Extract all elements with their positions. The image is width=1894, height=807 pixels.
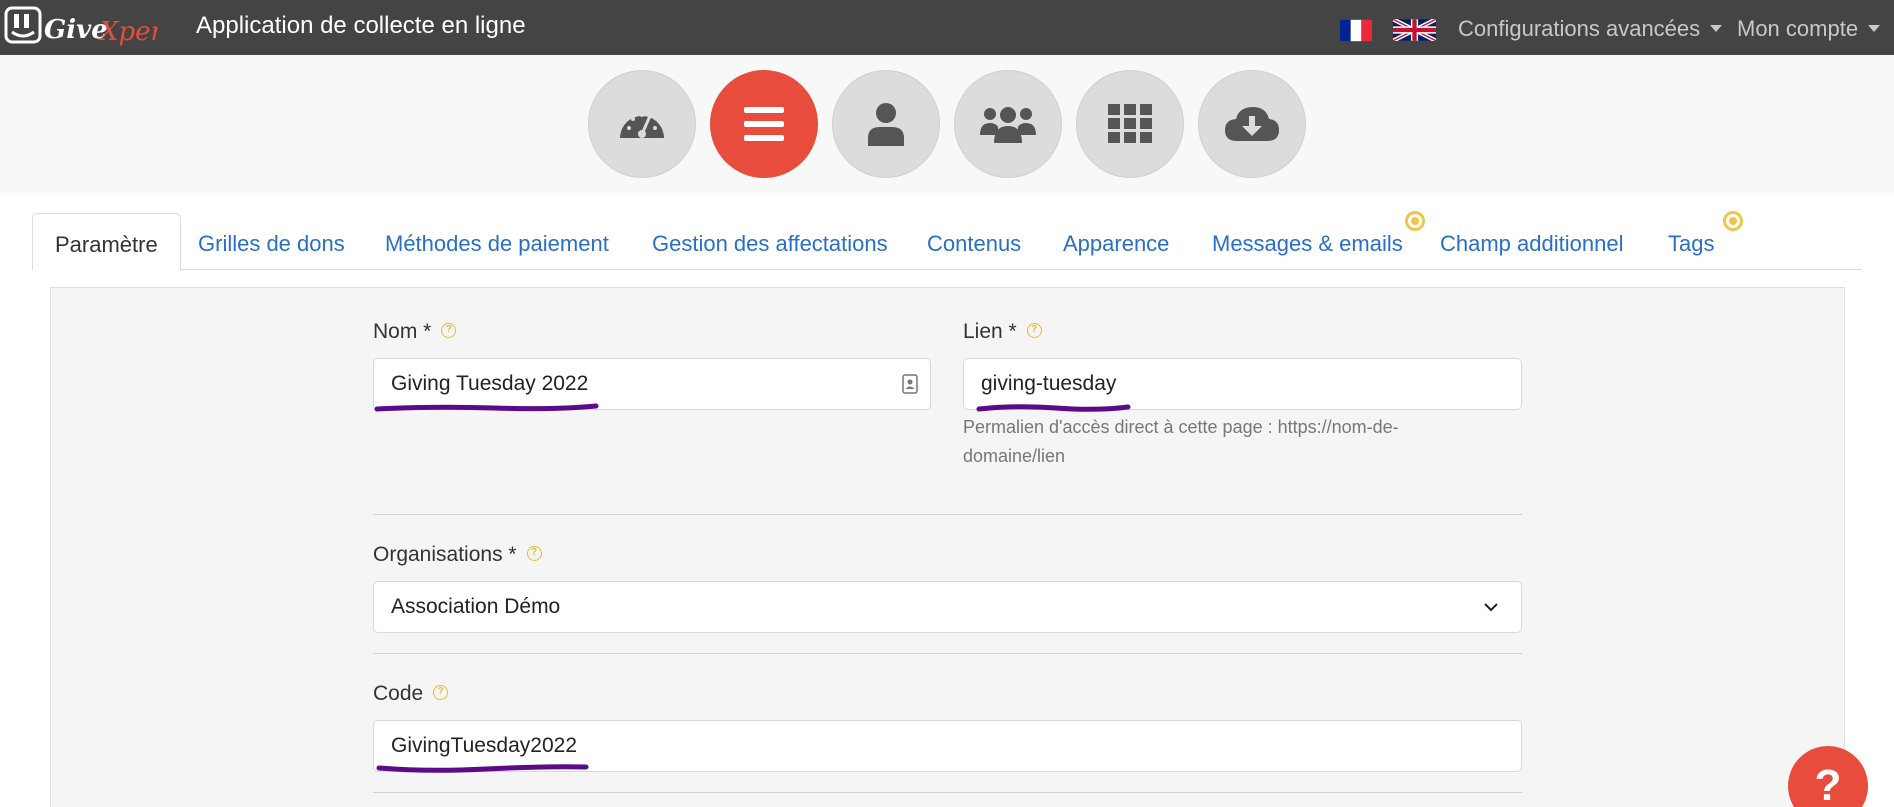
lien-hint: Permalien d'accès direct à cette page : … [963, 417, 1399, 466]
cloud-download-icon [1225, 107, 1279, 141]
top-navbar: Give Xpert Application de collecte en li… [0, 0, 1894, 55]
dashboard-gauge-icon [620, 113, 664, 138]
notification-dot-icon [1723, 211, 1743, 231]
divider [373, 792, 1522, 793]
menu-icon [744, 107, 784, 141]
menu-button[interactable] [710, 70, 818, 178]
account-label: Mon compte [1737, 16, 1859, 41]
user-button[interactable] [832, 70, 940, 178]
grid-button[interactable] [1076, 70, 1184, 178]
tab-messages-emails[interactable]: Messages & emails [1212, 231, 1403, 257]
handwritten-underline [374, 403, 599, 412]
tab-apparence[interactable]: Apparence [1063, 231, 1169, 257]
tab-bar-divider [32, 269, 1862, 270]
lien-value: giving-tuesday [981, 372, 1117, 395]
organisations-value: Association Démo [391, 595, 561, 618]
tab-gestion-des-affectations[interactable]: Gestion des affectations [652, 231, 888, 257]
tab-methodes-de-paiement[interactable]: Méthodes de paiement [385, 231, 609, 257]
tab-grilles-de-dons[interactable]: Grilles de dons [198, 231, 345, 257]
organisations-select[interactable]: Association Démo [373, 581, 1522, 633]
french-flag-icon[interactable] [1340, 19, 1372, 42]
lien-label: Lien *? [963, 320, 1042, 344]
divider [373, 514, 1522, 515]
advanced-config-label: Configurations avancées [1458, 16, 1701, 41]
user-icon [868, 103, 904, 146]
handwritten-underline [376, 764, 589, 773]
nom-value: Giving Tuesday 2022 [391, 372, 589, 395]
users-group-button[interactable] [954, 70, 1062, 178]
help-icon[interactable]: ? [1026, 322, 1042, 338]
help-icon[interactable]: ? [433, 684, 449, 700]
chevron-down-icon [1484, 603, 1498, 612]
section-toolbar [0, 55, 1894, 193]
code-value: GivingTuesday2022 [391, 734, 578, 757]
nom-label: Nom *? [373, 320, 457, 344]
notification-dot-icon [1405, 211, 1425, 231]
grid-icon [1108, 104, 1152, 143]
code-label-text: Code [373, 682, 424, 705]
uk-flag-icon[interactable] [1392, 17, 1437, 43]
users-group-icon [980, 107, 1036, 143]
code-label: Code? [373, 682, 449, 706]
svg-text:Give: Give [44, 15, 108, 45]
divider [373, 653, 1522, 654]
nom-label-text: Nom * [373, 320, 432, 343]
tab-contenus[interactable]: Contenus [927, 231, 1021, 257]
help-icon[interactable]: ? [441, 322, 457, 338]
organisations-label-text: Organisations * [373, 543, 517, 566]
svg-text:Xpert: Xpert [98, 17, 158, 47]
lien-label-text: Lien * [963, 320, 1017, 343]
account-dropdown[interactable]: Mon compte [1737, 16, 1881, 42]
app-title: Application de collecte en ligne [196, 12, 526, 39]
dashboard-button[interactable] [588, 70, 696, 178]
tab-champ-additionnel[interactable]: Champ additionnel [1440, 231, 1623, 257]
contact-card-icon[interactable] [902, 374, 918, 394]
caret-down-icon [1710, 24, 1723, 32]
tab-bar: Paramètre Grilles de dons Méthodes de pa… [0, 193, 1894, 270]
caret-down-icon [1868, 24, 1881, 32]
tab-parametre[interactable]: Paramètre [32, 213, 181, 270]
tab-tags[interactable]: Tags [1668, 231, 1714, 257]
organisations-label: Organisations *? [373, 543, 542, 567]
help-icon[interactable]: ? [526, 545, 542, 561]
givexpert-logo[interactable]: Give Xpert [4, 4, 158, 50]
cloud-download-button[interactable] [1198, 70, 1306, 178]
advanced-config-dropdown[interactable]: Configurations avancées [1458, 16, 1723, 42]
